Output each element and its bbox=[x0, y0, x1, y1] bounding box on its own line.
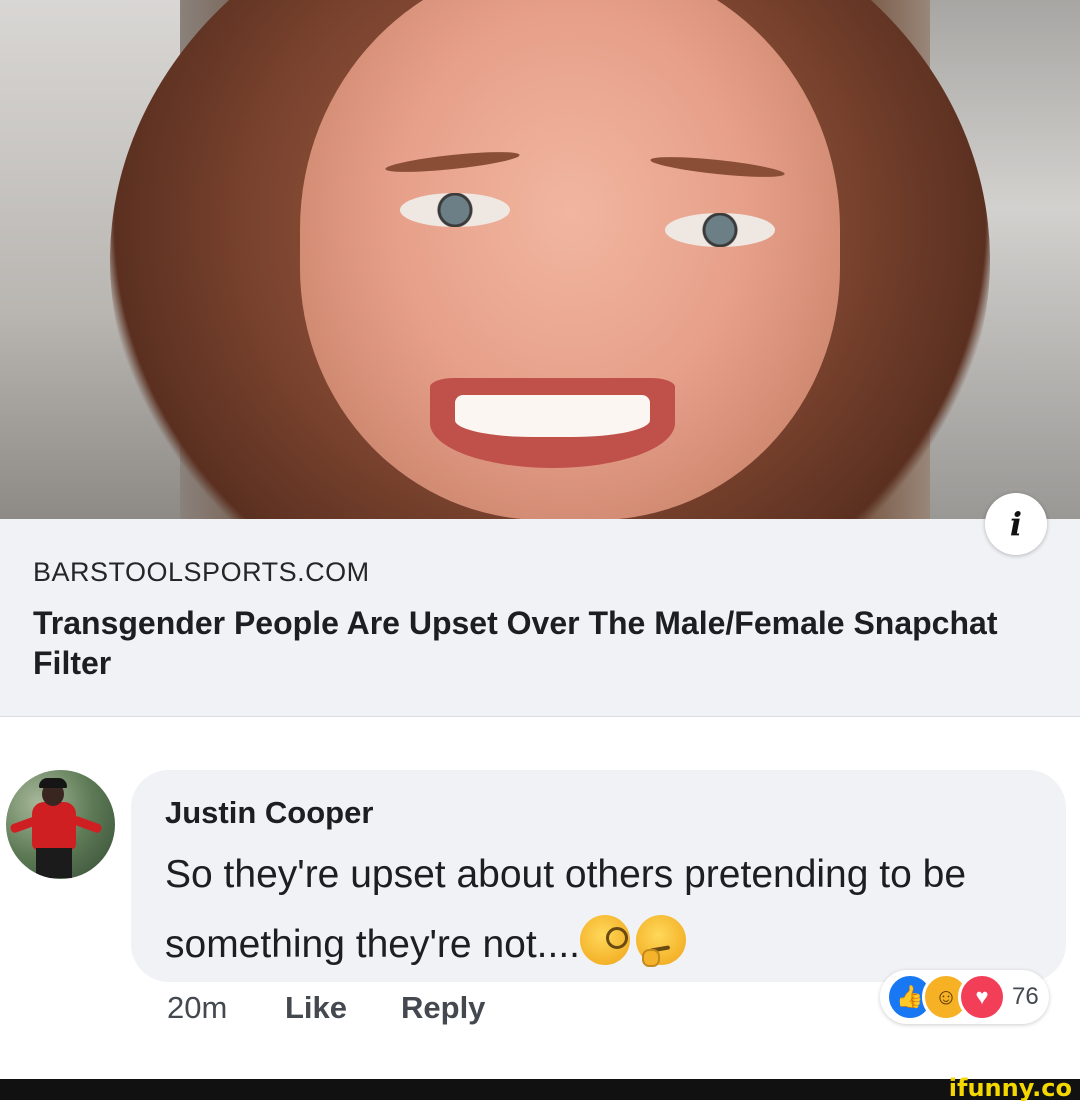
avatar-torso bbox=[32, 802, 76, 850]
avatar[interactable] bbox=[6, 770, 115, 879]
left-eye bbox=[400, 193, 510, 227]
avatar-legs bbox=[36, 848, 72, 878]
info-icon[interactable]: i bbox=[985, 493, 1047, 555]
watermark: ifunny.co bbox=[948, 1074, 1072, 1102]
reply-button[interactable]: Reply bbox=[401, 990, 485, 1026]
comment-timestamp: 20m bbox=[167, 990, 228, 1025]
link-card[interactable]: BARSTOOLSPORTS.COM Transgender People Ar… bbox=[0, 519, 1080, 717]
link-domain: BARSTOOLSPORTS.COM bbox=[33, 557, 370, 587]
love-reaction-icon: ♥ bbox=[958, 973, 1006, 1021]
comment-text-body: So they're upset about others pretending… bbox=[165, 853, 967, 966]
comment-bubble: Justin Cooper So they're upset about oth… bbox=[131, 770, 1066, 982]
avatar-cap bbox=[39, 778, 67, 788]
face-with-monocle-icon bbox=[580, 915, 631, 965]
right-eye bbox=[665, 213, 775, 247]
comment-author[interactable]: Justin Cooper bbox=[165, 795, 373, 831]
reactions-summary[interactable]: 👍 ☺ ♥ 76 bbox=[880, 970, 1049, 1024]
link-title[interactable]: Transgender People Are Upset Over The Ma… bbox=[33, 603, 1013, 683]
teeth bbox=[455, 395, 650, 437]
link-preview-image[interactable] bbox=[0, 0, 1080, 519]
like-button[interactable]: Like bbox=[285, 990, 347, 1026]
reaction-count: 76 bbox=[1012, 983, 1039, 1010]
thinking-face-icon bbox=[636, 915, 687, 967]
footer-bar bbox=[0, 1079, 1080, 1100]
avatar-arm-right bbox=[71, 815, 103, 834]
comment-text: So they're upset about others pretending… bbox=[165, 840, 1055, 980]
